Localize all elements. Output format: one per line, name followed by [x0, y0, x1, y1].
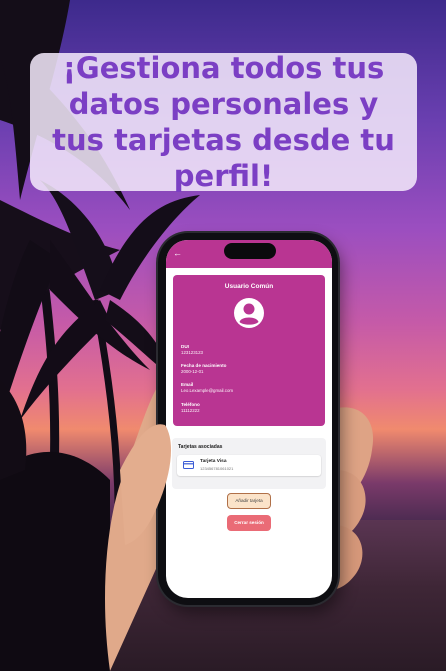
linked-cards-section: Tarjetas asociadas Tarjeta Visa 12345678…: [172, 438, 326, 489]
card-name: Tarjeta Visa: [200, 459, 227, 464]
person-circle-icon: [234, 298, 264, 328]
field-birthdate: Fecha de nacimiento 2000-12-01: [181, 363, 321, 375]
field-value: Leo.Lexample@gmail.com: [181, 388, 234, 393]
field-phone: Teléfono 11112222: [181, 402, 321, 414]
headline-banner: ¡Gestiona todos tus datos personales y t…: [30, 51, 417, 193]
dynamic-island: [224, 243, 276, 259]
credit-card-icon: [183, 461, 194, 469]
phone-screen: ← Usuario Común DUI 123123123 Fecha de n…: [166, 240, 332, 598]
app-bar: ←: [166, 240, 332, 268]
profile-title: Usuario Común: [224, 283, 274, 290]
field-value: 2000-12-01: [181, 369, 204, 374]
card-item[interactable]: Tarjeta Visa 123456781061021: [177, 455, 321, 476]
field-value: 11112222: [181, 408, 200, 413]
headline-text: ¡Gestiona todos tus datos personales y t…: [52, 50, 395, 194]
logout-button[interactable]: Cerrar sesión: [227, 515, 271, 531]
add-card-button[interactable]: Añadir tarjeta: [227, 493, 271, 509]
field-email: Email Leo.Lexample@gmail.com: [181, 382, 321, 394]
card-number: 123456781061021: [200, 466, 234, 471]
cards-section-title: Tarjetas asociadas: [178, 444, 223, 450]
field-dui: DUI 123123123: [181, 344, 321, 356]
arrow-left-icon[interactable]: ←: [173, 248, 182, 258]
field-value: 123123123: [181, 350, 203, 355]
profile-card: Usuario Común DUI 123123123 Fecha de nac…: [173, 275, 325, 426]
